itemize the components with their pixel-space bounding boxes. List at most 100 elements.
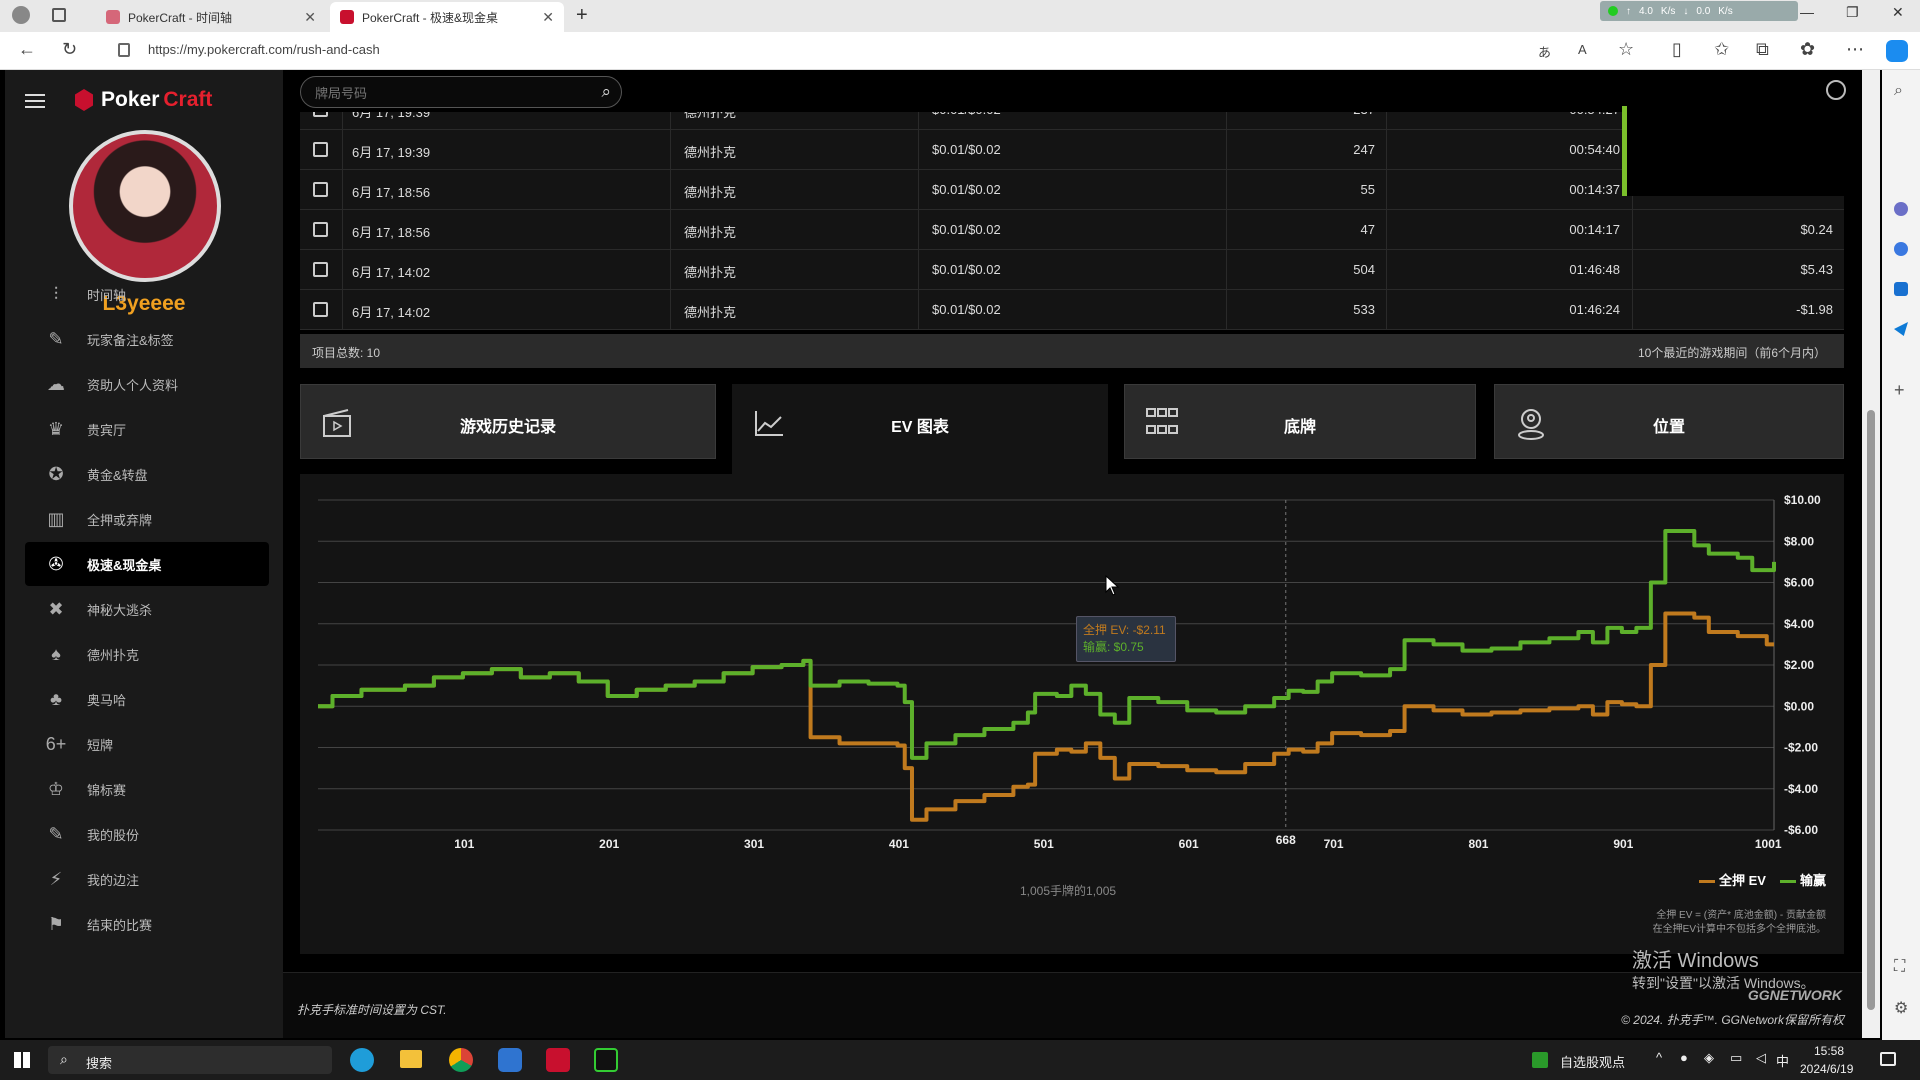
- table-row[interactable]: 6月 17, 14:02 德州扑克 $0.01/$0.02 533 01:46:24 -$…: [300, 290, 1844, 330]
- refresh-icon[interactable]: ↻: [62, 39, 77, 60]
- url-field[interactable]: https://my.pokercraft.com/rush-and-cash: [148, 42, 380, 57]
- sidebar-item-timeline[interactable]: ⫶ 时间轴: [25, 272, 269, 316]
- people-icon[interactable]: [1894, 202, 1908, 216]
- scrollbar-thumb[interactable]: [1867, 410, 1875, 1010]
- table-row[interactable]: 6月 17, 19:39 德州扑克 $0.01/$0.02 237 00:54:27: [300, 112, 1844, 130]
- hand-search-box[interactable]: ⌕: [300, 76, 622, 108]
- sidebar-item-trophy[interactable]: ♔ 锦标赛: [25, 767, 269, 811]
- row-checkbox[interactable]: [313, 222, 328, 237]
- chrome-icon[interactable]: [449, 1048, 473, 1072]
- sidebar-item-side-bet[interactable]: ⚡ 我的边注: [25, 857, 269, 901]
- avatar[interactable]: [69, 130, 221, 282]
- outlook-icon[interactable]: [1894, 282, 1908, 296]
- table-row[interactable]: 6月 17, 19:39 德州扑克 $0.01/$0.02 247 00:54:40: [300, 130, 1844, 170]
- lock-icon[interactable]: [118, 43, 130, 57]
- hamburger-icon[interactable]: [25, 94, 45, 108]
- close-icon[interactable]: ✕: [542, 9, 554, 26]
- tab-actions-icon[interactable]: [52, 8, 66, 22]
- table-row[interactable]: 6月 17, 18:56 德州扑克 $0.01/$0.02 47 00:14:17 $0.…: [300, 210, 1844, 250]
- back-icon[interactable]: ←: [18, 39, 36, 60]
- mystery-battle-icon: ✖: [48, 598, 64, 619]
- network-icon[interactable]: ▭: [1730, 1050, 1742, 1066]
- stock-widget-label[interactable]: 自选股观点: [1560, 1052, 1625, 1071]
- collections-icon[interactable]: ⧉: [1756, 39, 1769, 60]
- stock-widget-icon[interactable]: [1532, 1052, 1548, 1068]
- row-checkbox[interactable]: [313, 182, 328, 197]
- table-row[interactable]: 6月 17, 18:56德州扑克$0.01/$0.025500:14:37-$0…: [300, 170, 1844, 210]
- clock-date[interactable]: 2024/6/19: [1800, 1062, 1853, 1076]
- sidebar-item-label: 极速&现金桌: [87, 557, 162, 573]
- row-checkbox[interactable]: [313, 262, 328, 277]
- taskbar-search[interactable]: ⌕ 搜索: [48, 1046, 332, 1074]
- restore-icon[interactable]: ❐: [1846, 4, 1859, 21]
- crosshair-label: 668: [1276, 833, 1296, 847]
- browser-tab-rush-cash[interactable]: PokerCraft - 极速&现金桌 ✕: [330, 2, 564, 32]
- hand-search-input[interactable]: [315, 83, 575, 103]
- brand-logo[interactable]: Poker Craft: [75, 88, 212, 112]
- globe-icon[interactable]: [1826, 80, 1846, 100]
- sidebar-item-allin-fold[interactable]: ▥ 全押或弃牌: [25, 497, 269, 541]
- gg-poker-icon[interactable]: [546, 1048, 570, 1072]
- shield-icon[interactable]: ◈: [1704, 1050, 1714, 1066]
- close-icon[interactable]: ✕: [304, 9, 316, 26]
- tab-position[interactable]: 位置: [1494, 384, 1844, 459]
- extensions-icon[interactable]: ✿: [1800, 39, 1815, 60]
- sidebar-item-player-notes[interactable]: ✎ 玩家备注&标签: [25, 317, 269, 361]
- cell-hands: 504: [1353, 262, 1375, 277]
- sidebar-item-holdem[interactable]: ♠ 德州扑克: [25, 632, 269, 676]
- search-icon[interactable]: ⌕: [601, 82, 611, 102]
- mail-app-icon[interactable]: [498, 1048, 522, 1072]
- tray-chevron-icon[interactable]: ^: [1656, 1050, 1662, 1065]
- profile-icon[interactable]: [12, 6, 30, 24]
- row-checkbox[interactable]: [313, 112, 328, 117]
- more-icon[interactable]: ⋯: [1846, 39, 1864, 60]
- add-icon[interactable]: +: [1894, 380, 1905, 401]
- screenshot-icon[interactable]: ⛶: [1894, 958, 1905, 976]
- split-screen-icon[interactable]: ▯: [1672, 39, 1682, 60]
- ime-indicator[interactable]: 中: [1776, 1051, 1789, 1070]
- notification-icon[interactable]: [1880, 1052, 1896, 1066]
- favorite-icon[interactable]: ☆: [1618, 39, 1634, 60]
- mic-icon[interactable]: ●: [1680, 1050, 1688, 1065]
- chart-tooltip: 全押 EV: -$2.11 输赢: $0.75: [1076, 616, 1176, 662]
- copilot-app-icon[interactable]: [1894, 242, 1908, 256]
- sidebar-item-finished[interactable]: ⚑ 结束的比赛: [25, 902, 269, 946]
- recent-sessions-note: 10个最近的游戏期间（前6个月内）: [1637, 346, 1826, 360]
- clock-time[interactable]: 15:58: [1814, 1044, 1844, 1058]
- windows-start-icon[interactable]: [14, 1052, 30, 1068]
- row-checkbox[interactable]: [313, 302, 328, 317]
- read-aloud-icon[interactable]: A: [1578, 42, 1587, 57]
- green-app-icon[interactable]: [594, 1048, 618, 1072]
- sidebar-item-rush-cash[interactable]: ✇ 极速&现金桌: [25, 542, 269, 586]
- legend-item-ev[interactable]: 全押 EV: [1699, 870, 1766, 889]
- sidebar-item-backer-profile[interactable]: ☁ 资助人个人资料: [25, 362, 269, 406]
- backer-profile-icon: ☁: [47, 373, 65, 394]
- sidebar-item-short-deck[interactable]: 6+ 短牌: [25, 722, 269, 766]
- sidebar-item-spin-gold[interactable]: ✪ 黄金&转盘: [25, 452, 269, 496]
- send-icon[interactable]: [1894, 322, 1908, 336]
- minimize-icon[interactable]: —: [1800, 4, 1814, 20]
- table-row[interactable]: 6月 17, 14:02 德州扑克 $0.01/$0.02 504 01:46:48 $5…: [300, 250, 1844, 290]
- new-tab-icon[interactable]: +: [576, 4, 588, 27]
- file-explorer-icon[interactable]: [400, 1050, 422, 1068]
- row-checkbox[interactable]: [313, 142, 328, 157]
- favorites-icon[interactable]: ✩: [1714, 39, 1729, 60]
- windows-activation-watermark: 激活 Windows 转到"设置"以激活 Windows。: [1632, 944, 1815, 993]
- tab-ev-chart[interactable]: EV 图表: [732, 384, 1108, 474]
- edge-app-icon[interactable]: [350, 1048, 374, 1072]
- settings-icon[interactable]: ⚙: [1894, 998, 1908, 1018]
- tab-history[interactable]: 游戏历史记录: [300, 384, 716, 459]
- translate-icon[interactable]: あ: [1538, 42, 1551, 61]
- legend-item-win[interactable]: 输赢: [1779, 870, 1826, 889]
- copilot-icon[interactable]: [1886, 40, 1908, 62]
- sidebar-item-stakes[interactable]: ✎ 我的股份: [25, 812, 269, 856]
- sidebar-item-omaha[interactable]: ♣ 奥马哈: [25, 677, 269, 721]
- page-scrollbar[interactable]: [1862, 70, 1880, 1038]
- close-window-icon[interactable]: ✕: [1892, 4, 1904, 21]
- browser-tab-timeline[interactable]: PokerCraft - 时间轴 ✕: [96, 2, 326, 32]
- search-icon[interactable]: ⌕: [1894, 82, 1903, 100]
- sidebar-item-mystery-battle[interactable]: ✖ 神秘大逃杀: [25, 587, 269, 631]
- tab-hole-cards[interactable]: 底牌: [1124, 384, 1476, 459]
- volume-icon[interactable]: ◁: [1756, 1050, 1766, 1066]
- sidebar-item-vip[interactable]: ♛ 贵宾厅: [25, 407, 269, 451]
